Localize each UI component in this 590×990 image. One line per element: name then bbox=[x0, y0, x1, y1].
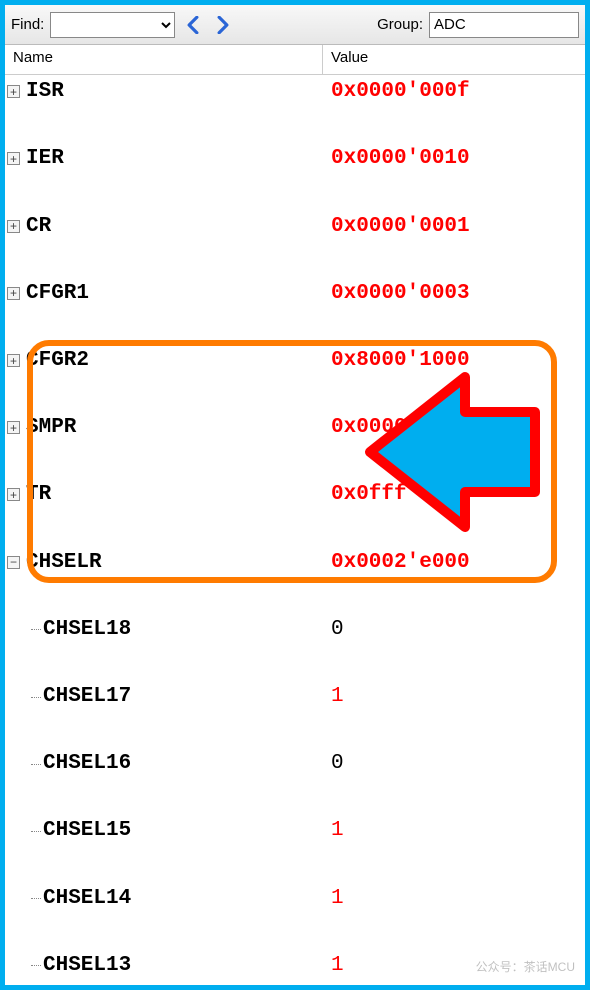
expander-icon[interactable]: + bbox=[7, 85, 20, 98]
find-label: Find: bbox=[11, 16, 44, 33]
row-value: 0x0000'000f bbox=[323, 80, 585, 103]
row-value: 1 bbox=[323, 819, 585, 842]
expander-icon[interactable]: + bbox=[7, 421, 20, 434]
register-row[interactable]: CHSEL171 bbox=[5, 680, 585, 714]
register-row[interactable]: +CR0x0000'0001 bbox=[5, 209, 585, 243]
expander-icon[interactable]: + bbox=[7, 354, 20, 367]
row-name: +SMPR bbox=[5, 416, 323, 439]
register-row[interactable]: CHSEL160 bbox=[5, 747, 585, 781]
column-headers: Name Value bbox=[5, 45, 585, 75]
watermark: 公众号：茶话MCU bbox=[476, 958, 575, 975]
register-row[interactable]: +TR0x0fff'0000 bbox=[5, 478, 585, 512]
expander-icon[interactable]: + bbox=[7, 220, 20, 233]
register-rows: +ISR0x0000'000f+IER0x0000'0010+CR0x0000'… bbox=[5, 75, 585, 985]
header-value[interactable]: Value bbox=[323, 45, 585, 74]
expander-icon[interactable]: + bbox=[7, 152, 20, 165]
row-value: 0 bbox=[323, 618, 585, 641]
expander-icon[interactable]: + bbox=[7, 287, 20, 300]
register-view-window: Find: Group: Name Value +ISR0x0000'000f+… bbox=[0, 0, 590, 990]
row-name: CHSEL17 bbox=[5, 685, 323, 708]
row-name: +TR bbox=[5, 483, 323, 506]
chevron-right-icon bbox=[216, 16, 230, 34]
row-value: 0x0000'0006 bbox=[323, 416, 585, 439]
row-value: 0x0002'e000 bbox=[323, 551, 585, 574]
register-row[interactable]: +CFGR10x0000'0003 bbox=[5, 277, 585, 311]
row-value: 0x0000'0003 bbox=[323, 282, 585, 305]
find-select[interactable] bbox=[50, 12, 175, 38]
register-row[interactable]: CHSEL151 bbox=[5, 814, 585, 848]
register-row[interactable]: +ISR0x0000'000f bbox=[5, 75, 585, 109]
register-row[interactable]: CHSEL180 bbox=[5, 613, 585, 647]
row-name: CHSEL16 bbox=[5, 752, 323, 775]
row-name: CHSEL18 bbox=[5, 618, 323, 641]
group-label: Group: bbox=[377, 16, 423, 33]
register-row[interactable]: −CHSELR0x0002'e000 bbox=[5, 545, 585, 579]
row-name: +ISR bbox=[5, 80, 323, 103]
row-value: 0x0000'0001 bbox=[323, 215, 585, 238]
expander-icon[interactable]: − bbox=[7, 556, 20, 569]
row-value: 1 bbox=[323, 887, 585, 910]
arrow-annotation bbox=[360, 367, 545, 541]
register-row[interactable]: +CFGR20x8000'1000 bbox=[5, 344, 585, 378]
chevron-left-icon bbox=[186, 16, 200, 34]
row-name: CHSEL13 bbox=[5, 954, 323, 977]
row-name: +IER bbox=[5, 147, 323, 170]
prev-button[interactable] bbox=[181, 11, 205, 39]
row-name: −CHSELR bbox=[5, 551, 323, 574]
row-value: 0x8000'1000 bbox=[323, 349, 585, 372]
next-button[interactable] bbox=[211, 11, 235, 39]
row-name: CHSEL14 bbox=[5, 887, 323, 910]
register-row[interactable]: CHSEL141 bbox=[5, 881, 585, 915]
group-input[interactable] bbox=[429, 12, 579, 38]
row-name: +CR bbox=[5, 215, 323, 238]
register-row[interactable]: +IER0x0000'0010 bbox=[5, 142, 585, 176]
row-name: +CFGR2 bbox=[5, 349, 323, 372]
row-name: CHSEL15 bbox=[5, 819, 323, 842]
header-name[interactable]: Name bbox=[5, 45, 323, 74]
row-value: 1 bbox=[323, 685, 585, 708]
expander-icon[interactable]: + bbox=[7, 488, 20, 501]
row-value: 0 bbox=[323, 752, 585, 775]
toolbar: Find: Group: bbox=[5, 5, 585, 45]
row-name: +CFGR1 bbox=[5, 282, 323, 305]
register-row[interactable]: +SMPR0x0000'0006 bbox=[5, 411, 585, 445]
row-value: 0x0000'0010 bbox=[323, 147, 585, 170]
row-value: 0x0fff'0000 bbox=[323, 483, 585, 506]
